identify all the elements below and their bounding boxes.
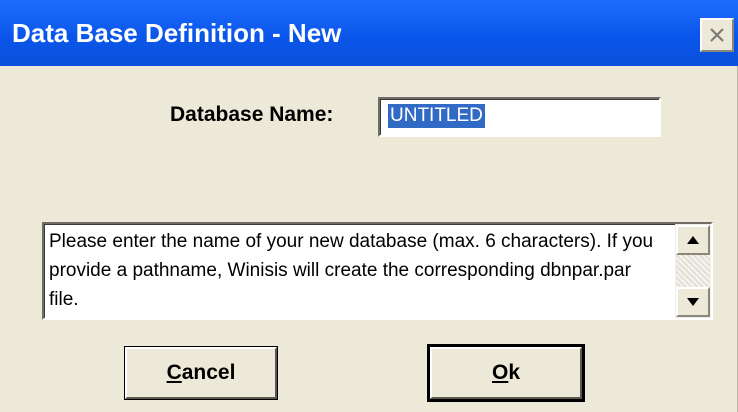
cancel-button[interactable]: Cancel xyxy=(124,346,278,400)
scroll-track[interactable] xyxy=(676,255,710,287)
title-bar[interactable]: Data Base Definition - New xyxy=(0,0,738,66)
cancel-mnemonic: C xyxy=(166,361,182,384)
scroll-up-button[interactable] xyxy=(676,225,710,255)
scroll-down-button[interactable] xyxy=(676,287,710,317)
help-text: Please enter the name of your new databa… xyxy=(49,231,654,310)
arrow-down-icon xyxy=(687,298,699,306)
arrow-up-icon xyxy=(687,236,699,244)
help-text-box[interactable]: Please enter the name of your new databa… xyxy=(42,222,713,320)
ok-label: k xyxy=(508,361,521,384)
close-button[interactable] xyxy=(700,18,734,52)
close-icon xyxy=(710,28,724,42)
database-name-label: Database Name: xyxy=(170,103,334,126)
dialog-window: Data Base Definition - New Database Name… xyxy=(0,0,738,412)
cancel-label: ancel xyxy=(181,361,236,384)
ok-button[interactable]: Ok xyxy=(427,344,585,402)
database-name-input[interactable]: UNTITLED xyxy=(378,97,661,137)
ok-mnemonic: O xyxy=(491,361,509,384)
window-title: Data Base Definition - New xyxy=(12,18,342,48)
help-scrollbar[interactable] xyxy=(675,224,711,318)
database-name-value: UNTITLED xyxy=(388,104,485,128)
